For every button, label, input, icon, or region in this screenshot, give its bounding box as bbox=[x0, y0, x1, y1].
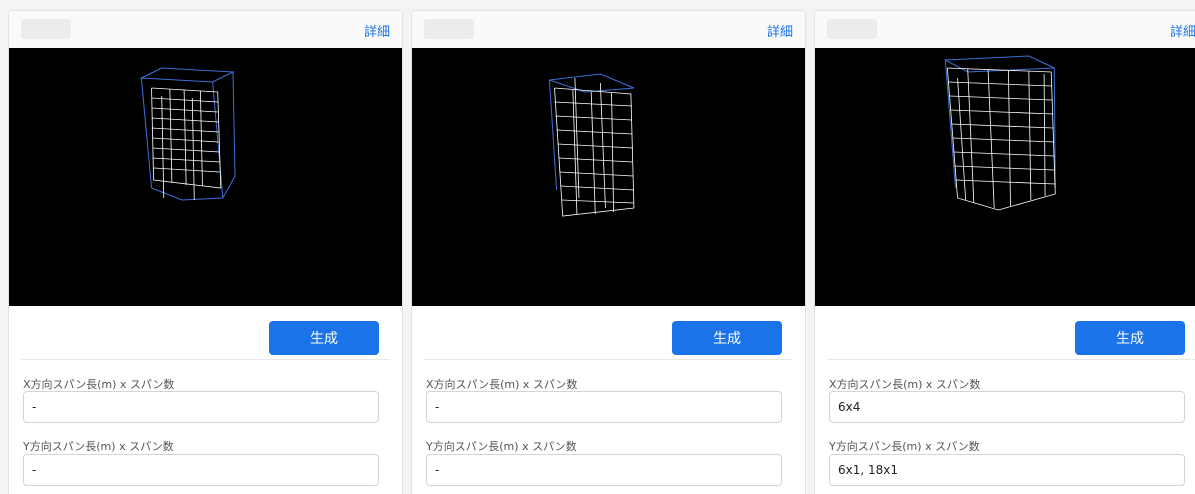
y-span-input[interactable] bbox=[23, 454, 379, 486]
x-span-input[interactable] bbox=[829, 391, 1185, 423]
model-card-1: 詳細 生成 X方向スパン長(m) x スパン数 - Y方向スパン長(m) x ス… bbox=[8, 10, 403, 494]
x-span-label: X方向スパン長(m) x スパン数 bbox=[829, 378, 981, 391]
y-span-label: Y方向スパン長(m) x スパン数 bbox=[23, 440, 174, 453]
divider bbox=[424, 359, 793, 360]
y-span-input[interactable] bbox=[829, 454, 1185, 486]
y-span-label: Y方向スパン長(m) x スパン数 bbox=[829, 440, 980, 453]
building-wireframe-1 bbox=[139, 67, 236, 201]
model-card-3: 詳細 生成 X方向スパン長(m) x スパン数 6x4 Y方向スパン長(m) x… bbox=[814, 10, 1195, 494]
y-span-label: Y方向スパン長(m) x スパン数 bbox=[426, 440, 577, 453]
x-span-label: X方向スパン長(m) x スパン数 bbox=[23, 378, 175, 391]
card-title-redacted bbox=[424, 19, 474, 39]
x-span-input[interactable] bbox=[426, 391, 782, 423]
generate-button[interactable]: 生成 bbox=[269, 321, 379, 355]
building-wireframe-3 bbox=[943, 55, 1056, 211]
model-card-2: 詳細 生成 X方向スパン長(m) x スパン数 - Y方向スパン長(m) x ス… bbox=[411, 10, 806, 494]
building-wireframe-2 bbox=[548, 73, 635, 217]
generate-button[interactable]: 生成 bbox=[1075, 321, 1185, 355]
y-span-input[interactable] bbox=[426, 454, 782, 486]
divider bbox=[827, 359, 1195, 360]
x-span-input[interactable] bbox=[23, 391, 379, 423]
card-title-redacted bbox=[21, 19, 71, 39]
divider bbox=[21, 359, 390, 360]
detail-link[interactable]: 詳細 bbox=[364, 21, 390, 40]
card-header: 詳細 bbox=[815, 11, 1195, 49]
card-title-redacted bbox=[827, 19, 877, 39]
3d-model-viewer[interactable] bbox=[9, 48, 402, 306]
3d-model-viewer[interactable] bbox=[815, 48, 1195, 306]
3d-model-viewer[interactable] bbox=[412, 48, 805, 306]
detail-link[interactable]: 詳細 bbox=[1170, 21, 1195, 40]
generate-button[interactable]: 生成 bbox=[672, 321, 782, 355]
x-span-label: X方向スパン長(m) x スパン数 bbox=[426, 378, 578, 391]
detail-link[interactable]: 詳細 bbox=[767, 21, 793, 40]
card-header: 詳細 bbox=[412, 11, 805, 49]
card-header: 詳細 bbox=[9, 11, 402, 49]
